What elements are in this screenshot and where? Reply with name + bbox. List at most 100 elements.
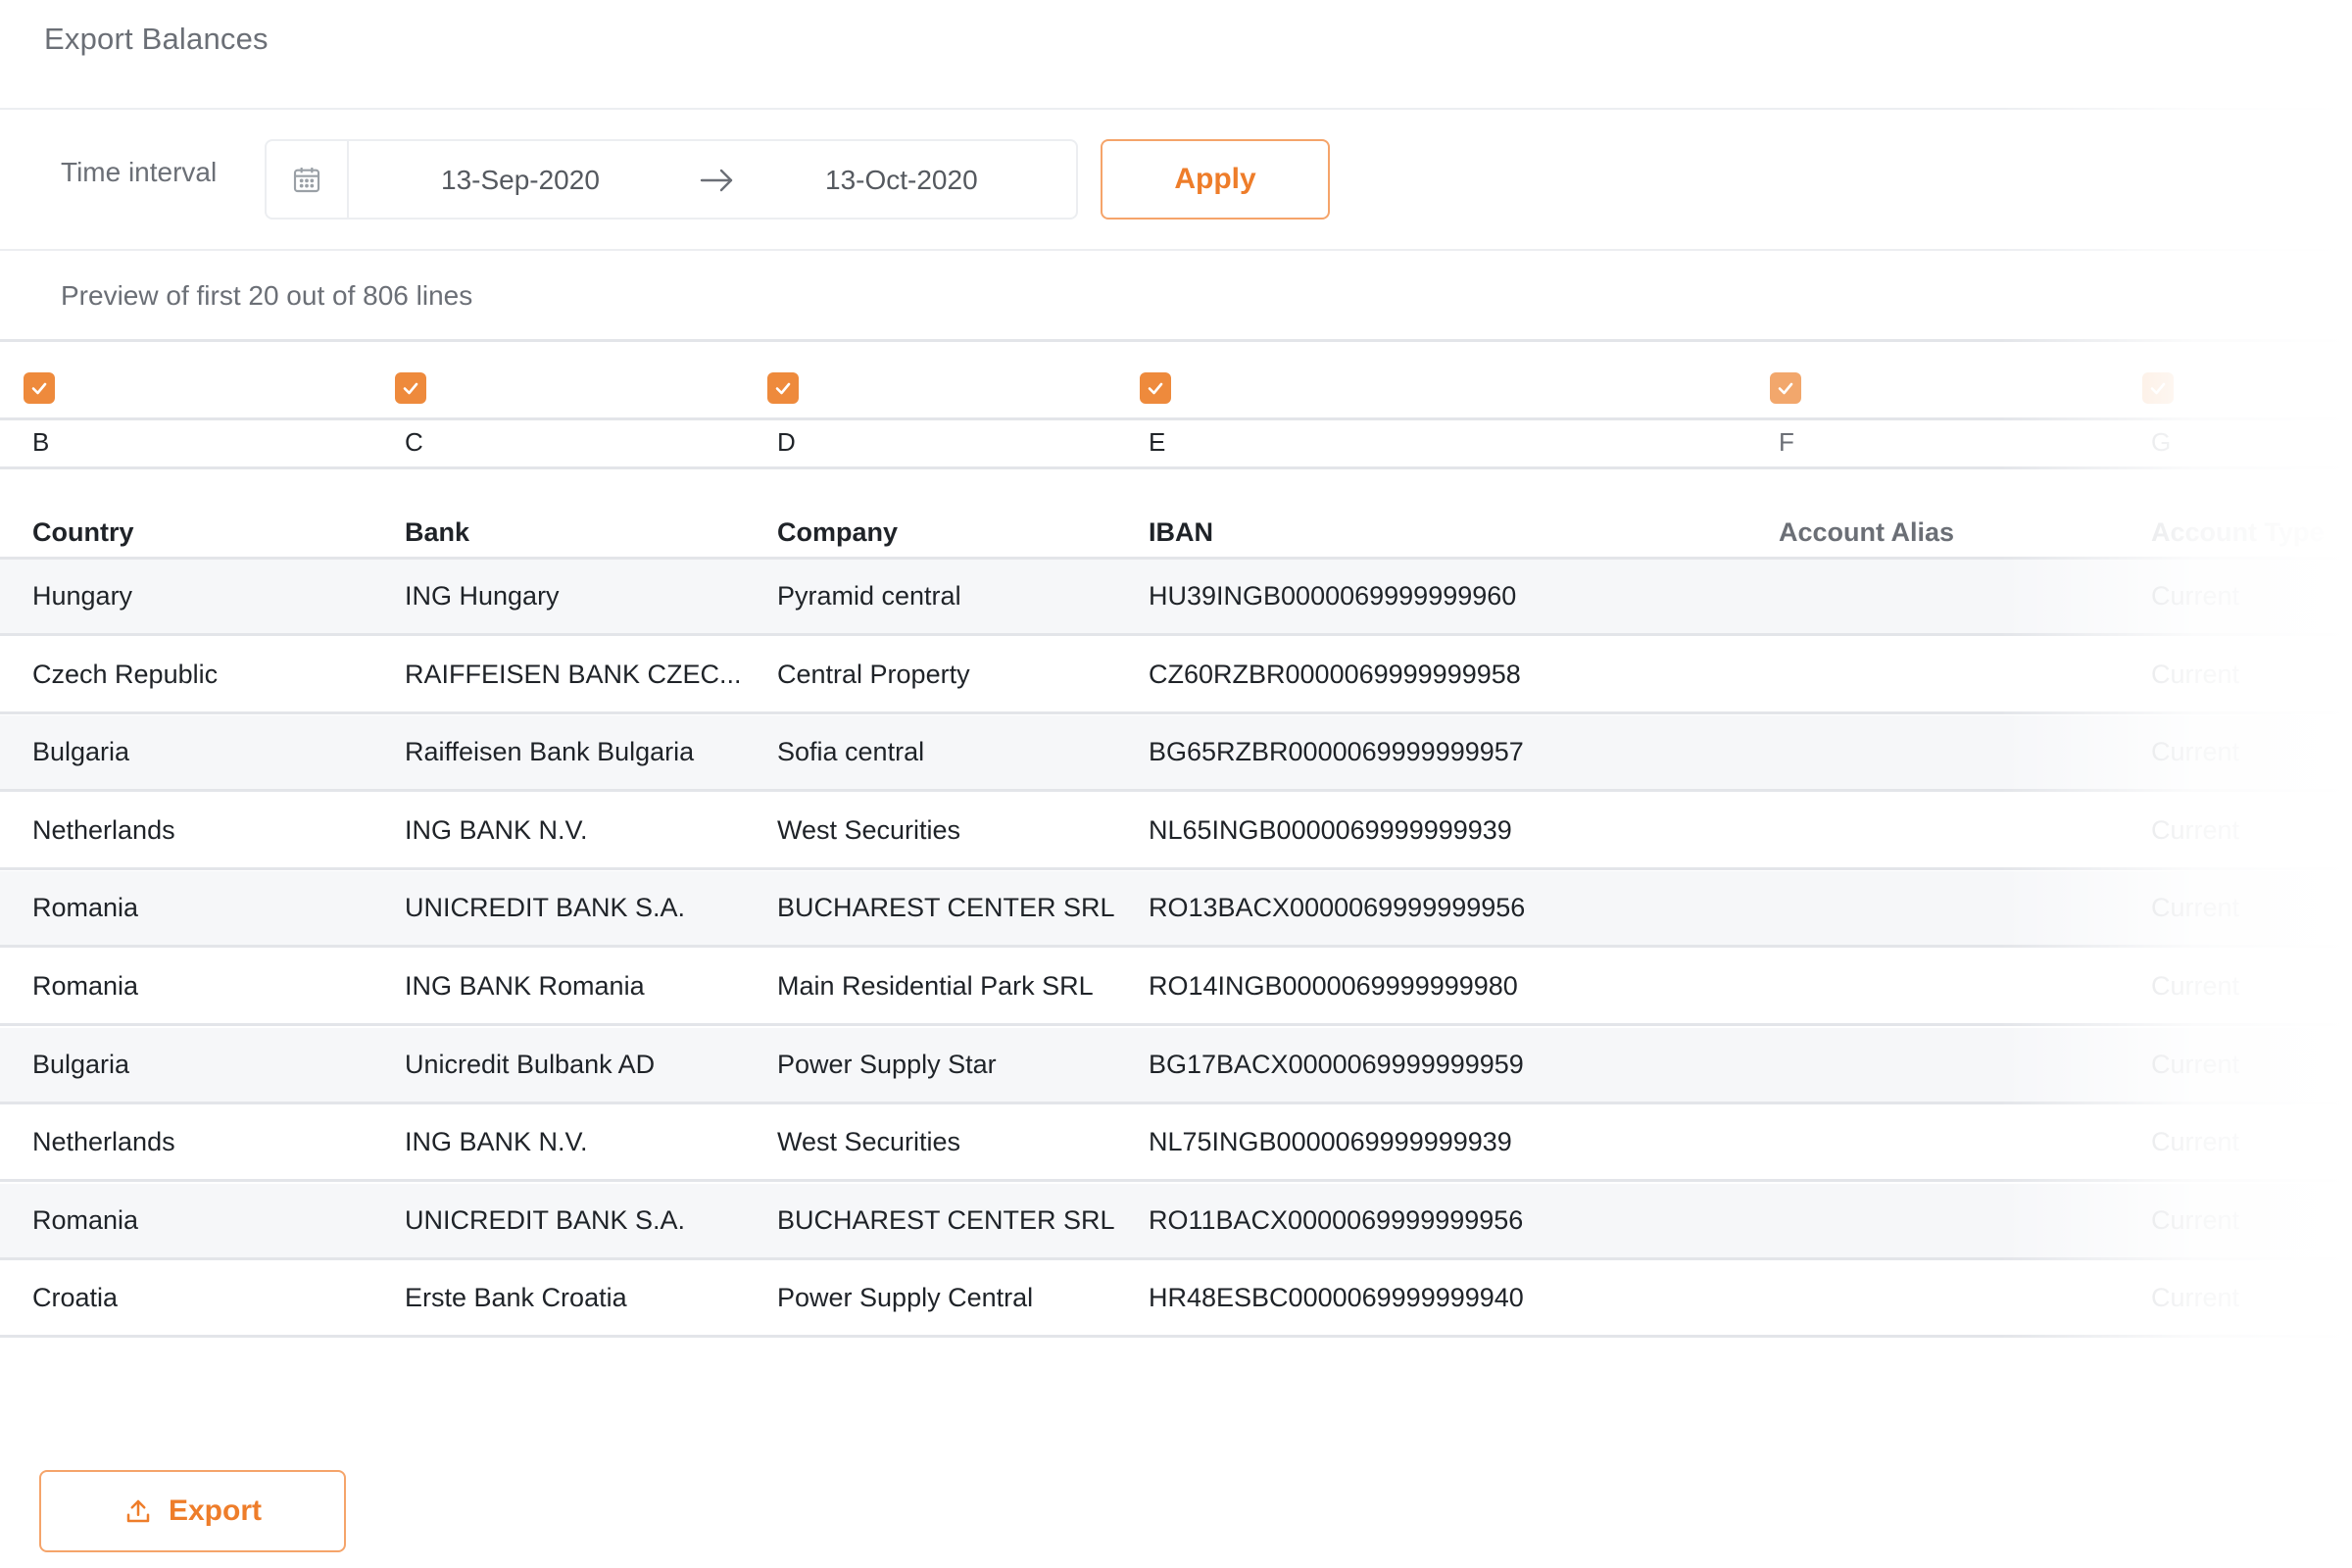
column-letter-b: B [32, 427, 50, 457]
column-checkbox-e[interactable] [1140, 372, 1171, 404]
company-cell: Power Supply Star [777, 1049, 997, 1079]
row-divider [0, 789, 2352, 793]
company-cell: Central Property [777, 659, 970, 689]
account-type-cell: Current [2151, 814, 2240, 845]
calendar-button[interactable] [267, 141, 349, 218]
row-divider [0, 1101, 2352, 1104]
header-divider [0, 108, 2352, 110]
checkbox-checked-icon [401, 378, 420, 398]
row-divider [0, 866, 2352, 870]
iban-cell: BG17BACX0000069999999959 [1149, 1049, 1524, 1079]
checkbox-checked-icon [1776, 378, 1795, 398]
country-cell: Romania [32, 971, 139, 1001]
iban-cell: HU39INGB0000069999999960 [1149, 581, 1517, 611]
preview-summary: Preview of first 20 out of 806 lines [61, 280, 473, 311]
column-header-account-alias[interactable]: Account Alias [1779, 517, 1954, 548]
account-type-cell: Current [2151, 1049, 2240, 1079]
account-type-cell: Current [2151, 971, 2240, 1001]
row-divider [0, 1335, 2352, 1339]
account-type-cell: Current [2151, 659, 2240, 689]
column-checkbox-c[interactable] [395, 372, 426, 404]
table-row: Netherlands ING BANK N.V. West Securities N… [0, 1105, 2352, 1183]
time-interval-label: Time interval [61, 157, 218, 187]
table-row: Netherlands ING BANK N.V. West Securities N… [0, 794, 2352, 870]
account-type-cell: Current [2151, 1283, 2240, 1313]
apply-button[interactable]: Apply [1101, 139, 1330, 220]
table-row: Croatia Erste Bank Croatia Power Supply Ce… [0, 1261, 2352, 1339]
checkbox-row-divider [0, 417, 2352, 420]
table-row: Romania UNICREDIT BANK S.A. BUCHAREST CENT… [0, 1183, 2352, 1260]
table-row: Romania ING BANK Romania Main Residential … [0, 950, 2352, 1026]
country-cell: Romania [32, 893, 139, 923]
column-letter-g: G [2151, 427, 2172, 457]
checkbox-checked-icon [1146, 378, 1165, 398]
country-cell: Netherlands [32, 1127, 175, 1157]
export-balances-page: Export Balances Time interval 13-Sep-202… [0, 0, 2352, 1568]
column-letter-f: F [1779, 427, 1794, 457]
country-cell: Bulgaria [32, 1049, 130, 1079]
column-header-country[interactable]: Country [32, 517, 134, 548]
row-divider [0, 633, 2352, 636]
company-cell: BUCHAREST CENTER SRL [777, 893, 1115, 923]
date-from-input[interactable]: 13-Sep-2020 [441, 165, 600, 196]
column-header-iban[interactable]: IBAN [1149, 517, 1213, 548]
bank-cell: ING BANK Romania [405, 971, 645, 1001]
calendar-icon [293, 168, 320, 193]
country-cell: Netherlands [32, 814, 175, 845]
export-button[interactable]: Export [39, 1470, 346, 1552]
company-cell: Pyramid central [777, 581, 961, 611]
row-divider [0, 1023, 2352, 1026]
iban-cell: RO11BACX0000069999999956 [1149, 1204, 1524, 1235]
bank-cell: Unicredit Bulbank AD [405, 1049, 656, 1079]
column-letter-c: C [405, 427, 423, 457]
company-cell: Main Residential Park SRL [777, 971, 1094, 1001]
bank-cell: ING BANK N.V. [405, 1127, 588, 1157]
bank-cell: UNICREDIT BANK S.A. [405, 1204, 686, 1235]
column-checkbox-g[interactable] [2142, 372, 2174, 404]
company-cell: West Securities [777, 814, 961, 845]
column-checkbox-d[interactable] [767, 372, 799, 404]
column-checkbox-b[interactable] [24, 372, 55, 404]
account-type-cell: Current [2151, 1127, 2240, 1157]
date-to-input[interactable]: 13-Oct-2020 [825, 165, 978, 196]
iban-cell: NL65INGB0000069999999939 [1149, 814, 1512, 845]
upload-icon [126, 1499, 150, 1523]
country-cell: Czech Republic [32, 659, 219, 689]
account-type-cell: Current [2151, 581, 2240, 611]
bank-cell: RAIFFEISEN BANK CZEC... [405, 659, 742, 689]
letter-row-divider [0, 466, 2352, 469]
account-type-cell: Current [2151, 737, 2240, 767]
bank-cell: UNICREDIT BANK S.A. [405, 893, 686, 923]
page-title: Export Balances [44, 22, 269, 56]
date-range-picker[interactable]: 13-Sep-2020 13-Oct-2020 [265, 139, 1078, 220]
company-cell: BUCHAREST CENTER SRL [777, 1204, 1115, 1235]
company-cell: Power Supply Central [777, 1283, 1034, 1313]
country-cell: Croatia [32, 1283, 119, 1313]
table-row: Romania UNICREDIT BANK S.A. BUCHAREST CENT… [0, 871, 2352, 949]
column-header-company[interactable]: Company [777, 517, 898, 548]
iban-cell: RO13BACX0000069999999956 [1149, 893, 1526, 923]
bank-cell: Erste Bank Croatia [405, 1283, 627, 1313]
export-button-label: Export [168, 1494, 262, 1527]
column-letter-d: D [777, 427, 796, 457]
account-type-cell: Current [2151, 893, 2240, 923]
checkbox-checked-icon [2148, 378, 2168, 398]
column-header-bank[interactable]: Bank [405, 517, 469, 548]
checkbox-checked-icon [773, 378, 793, 398]
account-type-cell: Current [2151, 1204, 2240, 1235]
filter-divider [0, 249, 2352, 251]
iban-cell: CZ60RZBR0000069999999958 [1149, 659, 1521, 689]
row-divider [0, 1256, 2352, 1260]
preview-divider [0, 339, 2352, 342]
bank-cell: ING BANK N.V. [405, 814, 588, 845]
row-divider [0, 1179, 2352, 1183]
column-header-account-type[interactable]: Account Type [2151, 517, 2325, 548]
country-cell: Bulgaria [32, 737, 130, 767]
iban-cell: NL75INGB0000069999999939 [1149, 1127, 1512, 1157]
bank-cell: ING Hungary [405, 581, 560, 611]
iban-cell: RO14INGB0000069999999980 [1149, 971, 1518, 1001]
bank-cell: Raiffeisen Bank Bulgaria [405, 737, 695, 767]
country-cell: Hungary [32, 581, 133, 611]
column-checkbox-f[interactable] [1770, 372, 1801, 404]
iban-cell: HR48ESBC0000069999999940 [1149, 1283, 1524, 1313]
